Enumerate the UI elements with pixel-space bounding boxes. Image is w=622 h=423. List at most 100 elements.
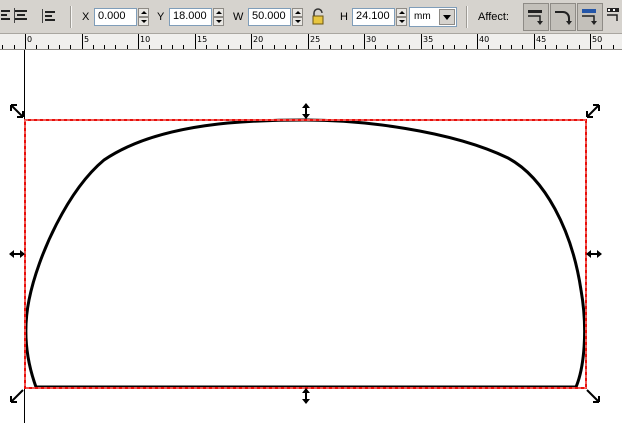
ruler-tick [104, 45, 105, 49]
h-label: H [340, 11, 348, 23]
ruler-tick [48, 45, 49, 49]
ruler-label: 40 [479, 35, 490, 44]
ruler-tick [567, 45, 568, 49]
ruler-tick [36, 45, 37, 49]
horizontal-ruler[interactable]: 0 5 10 15 20 25 30 35 40 45 50 [0, 34, 622, 50]
ruler-tick [353, 45, 354, 49]
scale-corners-icon [555, 11, 572, 25]
ruler-tick [195, 34, 196, 49]
x-spinner[interactable] [138, 8, 149, 26]
ruler-tick [601, 45, 602, 49]
ruler-tick [2, 45, 3, 49]
ruler-label: 0 [27, 35, 33, 44]
move-gradients-icon [582, 9, 597, 25]
ruler-tick [545, 45, 546, 49]
ruler-tick [398, 45, 399, 49]
x-field[interactable]: 0.000 [94, 8, 137, 26]
ruler-tick [161, 45, 162, 49]
ruler-label: 50 [592, 35, 603, 44]
ruler-tick [240, 45, 241, 49]
ruler-label: 10 [140, 35, 151, 44]
ruler-tick [409, 45, 410, 49]
scale-handle-right[interactable] [586, 250, 602, 258]
move-gradients-button[interactable] [577, 3, 603, 31]
ruler-tick [296, 45, 297, 49]
toolbar-separator [70, 6, 72, 28]
ruler-tick [14, 45, 15, 49]
ruler-tick [70, 45, 71, 49]
ruler-tick [477, 34, 478, 49]
ruler-tick [274, 45, 275, 49]
unit-select[interactable]: mm [409, 7, 457, 27]
move-patterns-button[interactable] [604, 3, 622, 31]
ruler-tick [82, 34, 83, 49]
ruler-tick [183, 45, 184, 49]
lock-open-icon[interactable] [311, 8, 325, 26]
ruler-label: 25 [310, 35, 321, 44]
scale-stroke-button[interactable] [523, 3, 549, 31]
ruler-tick [500, 45, 501, 49]
ruler-tick [590, 34, 591, 49]
scale-handle-top-right[interactable] [586, 104, 600, 118]
ruler-tick [228, 45, 229, 49]
h-field[interactable]: 24.100 [352, 8, 395, 26]
scale-handle-bottom-left[interactable] [10, 389, 24, 403]
ruler-tick [206, 45, 207, 49]
ruler-tick [217, 45, 218, 49]
ruler-tick [534, 34, 535, 49]
unit-value: mm [414, 11, 431, 22]
ruler-tick [556, 45, 557, 49]
selection-bounding-box [24, 119, 587, 389]
ruler-tick [25, 34, 26, 49]
selector-toolbar: X 0.000 Y 18.000 W 50.000 H 24.100 mm Af… [0, 0, 622, 34]
ruler-tick [454, 45, 455, 49]
ruler-label: 45 [536, 35, 547, 44]
x-label: X [82, 11, 90, 23]
ruler-tick [59, 45, 60, 49]
ruler-label: 15 [197, 35, 208, 44]
ruler-tick [251, 34, 252, 49]
ruler-tick [466, 45, 467, 49]
ruler-tick [319, 45, 320, 49]
y-field[interactable]: 18.000 [169, 8, 212, 26]
ruler-tick [149, 45, 150, 49]
chevron-down-icon[interactable] [439, 9, 455, 25]
ruler-tick [127, 45, 128, 49]
ruler-tick [93, 45, 94, 49]
scale-handle-top-left[interactable] [10, 104, 24, 118]
ruler-label: 35 [423, 35, 434, 44]
ruler-tick [613, 45, 614, 49]
y-spinner[interactable] [213, 8, 224, 26]
ruler-tick [511, 45, 512, 49]
ruler-tick [330, 45, 331, 49]
ruler-tick [285, 45, 286, 49]
ruler-tick [579, 45, 580, 49]
scale-stroke-icon [528, 10, 543, 25]
scale-handle-bottom-right[interactable] [586, 389, 600, 403]
ruler-tick [443, 45, 444, 49]
ruler-tick [364, 34, 365, 49]
ruler-tick [172, 45, 173, 49]
scale-handle-bottom[interactable] [302, 388, 310, 404]
ruler-tick [115, 45, 116, 49]
move-patterns-icon [607, 8, 619, 21]
scale-handle-left[interactable] [9, 250, 25, 258]
align-center-icon[interactable] [13, 7, 31, 25]
ruler-tick [522, 45, 523, 49]
drawing-canvas[interactable] [0, 50, 622, 423]
w-field[interactable]: 50.000 [248, 8, 291, 26]
ruler-tick [421, 34, 422, 49]
w-label: W [233, 11, 244, 23]
scale-handle-top[interactable] [302, 103, 310, 119]
h-spinner[interactable] [396, 8, 407, 26]
scale-corners-button[interactable] [550, 3, 576, 31]
ruler-label: 30 [366, 35, 377, 44]
ruler-tick [308, 34, 309, 49]
w-spinner[interactable] [292, 8, 303, 26]
ruler-tick [432, 45, 433, 49]
toolbar-separator [466, 6, 468, 28]
ruler-tick [138, 34, 139, 49]
dome-shape[interactable] [24, 118, 587, 389]
align-right-icon[interactable] [40, 7, 58, 25]
ruler-label: 5 [84, 35, 90, 44]
